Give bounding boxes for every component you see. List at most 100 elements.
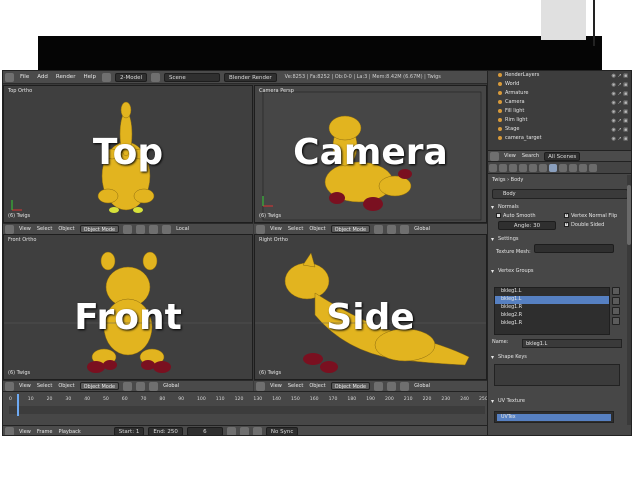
world-tab-icon[interactable] — [509, 163, 517, 172]
menu-view[interactable]: View — [267, 383, 285, 389]
editor-type-icon[interactable] — [256, 224, 265, 234]
settings-header[interactable]: Settings — [490, 235, 631, 244]
orientation-selector[interactable]: Global — [160, 383, 182, 389]
display-mode-selector[interactable]: All Scenes — [544, 151, 581, 161]
mesh-name-field[interactable]: Body — [492, 189, 628, 199]
constraints-tab-icon[interactable] — [529, 163, 537, 172]
move-down-button[interactable] — [612, 317, 620, 325]
physics-tab-icon[interactable] — [589, 163, 597, 172]
menu-search[interactable]: Search — [519, 153, 542, 159]
current-frame-field[interactable]: 6 — [186, 427, 223, 435]
particles-tab-icon[interactable] — [579, 163, 587, 172]
vertex-group-item[interactable]: bkleg1.R — [495, 304, 609, 312]
vertex-group-item[interactable]: bkleg2.R — [495, 312, 609, 320]
outliner-item[interactable]: World ◉ ↗ ▣ — [488, 80, 631, 89]
pivot-icon[interactable] — [136, 224, 146, 234]
scene-tab-icon[interactable] — [499, 163, 507, 172]
vertex-group-item[interactable]: bkleg1.R — [495, 320, 609, 328]
manipulator-icon[interactable] — [400, 224, 410, 234]
vertex-group-name-field[interactable]: bkleg1.L — [522, 339, 622, 348]
uv-texture-item[interactable]: UVTex — [497, 414, 611, 421]
manipulator-icon[interactable] — [149, 224, 159, 234]
viewport-front[interactable]: Front Ortho Front (6) Twigs — [3, 234, 253, 380]
menu-select[interactable]: Select — [34, 383, 55, 389]
menu-add[interactable]: Add — [33, 74, 52, 80]
menu-file[interactable]: File — [16, 74, 33, 80]
shading-icon[interactable] — [123, 224, 133, 234]
outliner-item[interactable]: Camera ◉ ↗ ▣ — [488, 98, 631, 107]
menu-object[interactable]: Object — [55, 226, 77, 232]
mesh-data-tab-icon[interactable] — [549, 163, 557, 172]
mode-selector[interactable]: Object Mode — [330, 225, 371, 233]
menu-object[interactable]: Object — [55, 383, 77, 389]
shading-icon[interactable] — [374, 224, 384, 234]
remove-group-button[interactable] — [612, 297, 620, 305]
pivot-icon[interactable] — [387, 224, 397, 234]
orientation-selector[interactable]: Local — [173, 226, 192, 232]
uv-texture-list[interactable]: UVTex — [494, 411, 614, 423]
viewport-side[interactable]: Right Ortho Side (6) Twigs — [254, 234, 487, 380]
auto-smooth-checkbox[interactable] — [496, 213, 501, 218]
outliner-item[interactable]: Armature ◉ ↗ ▣ — [488, 89, 631, 98]
manipulator-icon[interactable] — [149, 381, 159, 391]
modifiers-tab-icon[interactable] — [539, 163, 547, 172]
menu-frame[interactable]: Frame — [34, 429, 56, 435]
double-sided-checkbox[interactable] — [564, 220, 569, 229]
editor-type-icon[interactable] — [490, 151, 499, 161]
outliner[interactable]: RenderLayers ◉ ↗ ▣ World ◉ ↗ ▣ Armature ◉ ↗ ▣… — [488, 71, 631, 151]
visibility-icons[interactable]: ◉ ↗ ▣ — [612, 135, 628, 144]
texture-mesh-field[interactable] — [534, 244, 615, 253]
vertex-normal-flip-checkbox[interactable] — [564, 211, 569, 220]
outliner-item[interactable]: Rim light ◉ ↗ ▣ — [488, 116, 631, 125]
move-up-button[interactable] — [612, 307, 620, 315]
timeline-track[interactable] — [9, 406, 485, 414]
menu-view[interactable]: View — [501, 153, 519, 159]
menu-view[interactable]: View — [16, 226, 34, 232]
vertex-groups-header[interactable]: Vertex Groups — [490, 267, 631, 276]
editor-type-icon[interactable] — [5, 427, 14, 435]
vertex-groups-list[interactable]: bkleg1.L bkleg1.L bkleg1.R bkleg2.R bkleg1.R — [494, 287, 610, 335]
shape-keys-list[interactable] — [494, 364, 620, 386]
menu-object[interactable]: Object — [306, 226, 328, 232]
shading-icon[interactable] — [374, 381, 384, 391]
object-tab-icon[interactable] — [519, 163, 527, 172]
outliner-item[interactable]: Stage ◉ ↗ ▣ — [488, 125, 631, 134]
outliner-item[interactable]: camera_target ◉ ↗ ▣ — [488, 134, 631, 144]
render-engine-selector[interactable]: Blender Render — [224, 72, 277, 82]
orientation-selector[interactable]: Global — [411, 226, 433, 232]
end-frame-field[interactable]: End: 250 — [148, 427, 183, 435]
uv-texture-header[interactable]: UV Texture — [490, 397, 631, 406]
vertex-group-item[interactable]: bkleg1.L — [495, 288, 609, 296]
sync-mode-selector[interactable]: No Sync — [265, 427, 299, 435]
jump-start-icon[interactable] — [226, 427, 236, 435]
menu-select[interactable]: Select — [285, 226, 306, 232]
angle-field[interactable]: Angle: 30 — [498, 221, 556, 230]
outliner-item[interactable]: Fill light ◉ ↗ ▣ — [488, 107, 631, 116]
render-tab-icon[interactable] — [489, 163, 497, 172]
viewport-camera[interactable]: Camera Persp Camera (6) Twigs — [254, 85, 487, 223]
orientation-selector[interactable]: Global — [411, 383, 433, 389]
scene-selector[interactable]: Scene — [164, 72, 221, 82]
editor-type-icon[interactable] — [256, 381, 265, 391]
viewport-top[interactable]: Top Ortho Top (6) Twigs — [3, 85, 253, 223]
vertex-group-item[interactable]: bkleg1.L — [495, 296, 609, 304]
menu-playback[interactable]: Playback — [55, 429, 83, 435]
layer-icon[interactable] — [162, 224, 172, 234]
properties-scrollbar[interactable] — [627, 175, 631, 425]
outliner-item[interactable]: RenderLayers ◉ ↗ ▣ — [488, 71, 631, 80]
editor-type-icon[interactable] — [5, 381, 14, 391]
menu-object[interactable]: Object — [306, 383, 328, 389]
normals-header[interactable]: Normals — [490, 203, 631, 212]
editor-type-icon[interactable] — [5, 72, 14, 82]
menu-render[interactable]: Render — [52, 74, 80, 80]
add-group-button[interactable] — [612, 287, 620, 295]
menu-view[interactable]: View — [267, 226, 285, 232]
menu-help[interactable]: Help — [79, 74, 100, 80]
material-tab-icon[interactable] — [559, 163, 567, 172]
mode-selector[interactable]: Object Mode — [330, 382, 371, 390]
jump-end-icon[interactable] — [252, 427, 262, 435]
shading-icon[interactable] — [123, 381, 133, 391]
menu-view[interactable]: View — [16, 429, 34, 435]
menu-view[interactable]: View — [16, 383, 34, 389]
editor-type-icon[interactable] — [5, 224, 14, 234]
